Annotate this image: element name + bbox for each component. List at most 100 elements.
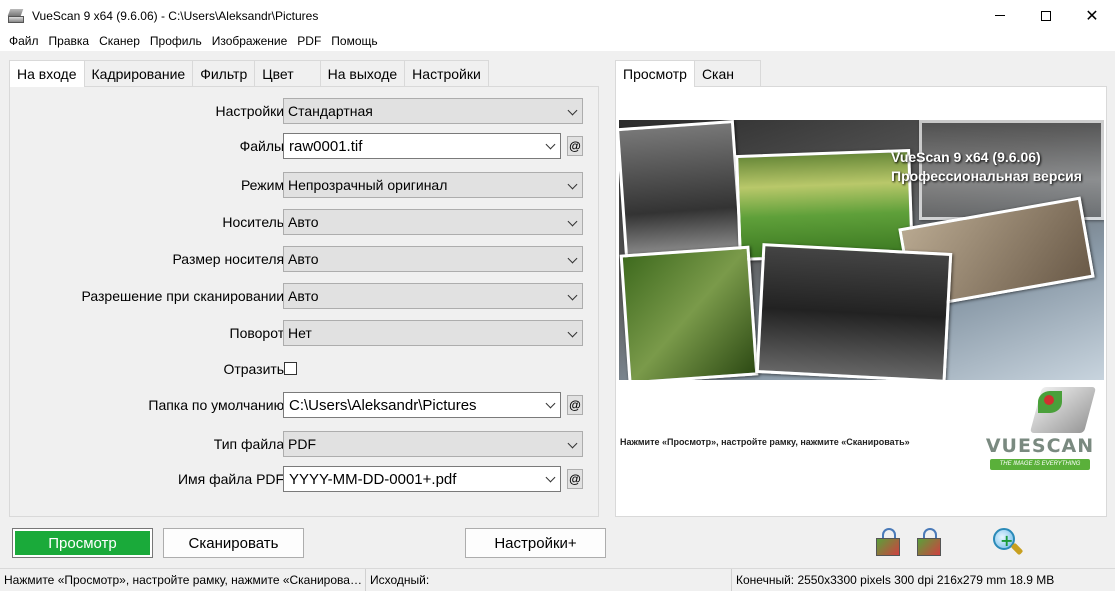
tab-scan[interactable]: Скан [693, 60, 761, 86]
chevron-down-icon [567, 327, 578, 338]
tab-color[interactable]: Цвет [254, 60, 321, 86]
preview-button[interactable]: Просмотр [12, 528, 153, 558]
tab-crop[interactable]: Кадрирование [83, 60, 194, 86]
tab-input[interactable]: На входе [9, 60, 85, 87]
maximize-button[interactable] [1023, 0, 1069, 31]
chevron-down-icon [567, 438, 578, 449]
mirror-label: Отразить: [223, 361, 288, 377]
tab-preview[interactable]: Просмотр [615, 60, 695, 87]
close-icon: ✕ [1085, 5, 1099, 25]
pdf-name-combo-input[interactable]: YYYY-MM-DD-0001+.pdf [283, 466, 561, 492]
left-tab-strip: На входе Кадрирование Фильтр Цвет На вых… [9, 60, 489, 87]
settings-select[interactable]: Стандартная [283, 98, 583, 124]
menu-bar: Файл Правка Сканер Профиль Изображение P… [0, 31, 1115, 51]
splash-photo-collage: VueScan 9 x64 (9.6.06) Профессиональная … [619, 120, 1104, 380]
close-button[interactable]: ✕ [1069, 0, 1115, 31]
chevron-down-icon [567, 216, 578, 227]
file-type-value: PDF [288, 436, 316, 452]
mirror-checkbox[interactable] [284, 362, 297, 375]
status-hint: Нажмите «Просмотр», настройте рамку, наж… [0, 569, 366, 591]
rotation-label: Поворот: [229, 325, 288, 341]
rotate-left-button[interactable] [872, 528, 902, 558]
preview-hint-text: Нажмите «Просмотр», настройте рамку, наж… [620, 437, 910, 447]
status-bar: Нажмите «Просмотр», настройте рамку, наж… [0, 568, 1115, 591]
settings-value: Стандартная [288, 103, 373, 119]
tab-prefs[interactable]: Настройки [404, 60, 489, 86]
logo-word: VUESCAN [985, 435, 1095, 457]
status-source: Исходный: [366, 569, 732, 591]
chevron-down-icon [567, 253, 578, 264]
flower-icon [1044, 395, 1054, 405]
media-value: Авто [288, 214, 319, 230]
mode-select[interactable]: Непрозрачный оригинал [283, 172, 583, 198]
rotation-select[interactable]: Нет [283, 320, 583, 346]
splash-version: VueScan 9 x64 (9.6.06) [891, 149, 1041, 165]
rotate-left-icon [882, 528, 896, 538]
preview-panel: VueScan 9 x64 (9.6.06) Профессиональная … [615, 86, 1107, 517]
files-label: Файлы: [239, 138, 288, 154]
preview-button-label: Просмотр [15, 531, 150, 555]
rotation-value: Нет [288, 325, 312, 341]
chevron-down-icon [545, 139, 556, 150]
collage-photo-two-boys [755, 243, 953, 380]
zoom-in-button[interactable]: + [993, 528, 1024, 558]
folder-at-button[interactable]: @ [567, 395, 583, 415]
mode-value: Непрозрачный оригинал [288, 177, 448, 193]
pdf-name-value: YYYY-MM-DD-0001+.pdf [289, 470, 457, 488]
chevron-down-icon [545, 472, 556, 483]
menu-image[interactable]: Изображение [207, 34, 293, 48]
menu-pdf[interactable]: PDF [292, 34, 326, 48]
resolution-label: Разрешение при сканировании: [81, 288, 289, 304]
mode-label: Режим: [240, 177, 288, 193]
logo-tagline: THE IMAGE IS EVERYTHING [990, 459, 1090, 470]
vuescan-logo: VUESCAN THE IMAGE IS EVERYTHING [984, 383, 1097, 479]
default-folder-value: C:\Users\Aleksandr\Pictures [289, 396, 477, 414]
file-type-select[interactable]: PDF [283, 431, 583, 457]
picture-icon [876, 538, 900, 556]
default-folder-label: Папка по умолчанию: [148, 397, 288, 413]
chevron-down-icon [567, 179, 578, 190]
pdf-at-button[interactable]: @ [567, 469, 583, 489]
chevron-down-icon [567, 105, 578, 116]
right-tab-strip: Просмотр Скан [615, 60, 761, 87]
pdf-name-label: Имя файла PDF: [177, 471, 288, 487]
tab-output[interactable]: На выходе [319, 60, 406, 86]
rotate-right-button[interactable] [913, 528, 943, 558]
media-size-select[interactable]: Авто [283, 246, 583, 272]
files-combo-input[interactable]: raw0001.tif [283, 133, 561, 159]
rotate-right-icon [923, 528, 937, 538]
vuescan-app-icon [7, 8, 24, 24]
splash-title: VueScan 9 x64 (9.6.06) Профессиональная … [891, 148, 1082, 186]
media-size-label: Размер носителя: [172, 251, 288, 267]
chevron-down-icon [545, 398, 556, 409]
media-select[interactable]: Авто [283, 209, 583, 235]
splash-edition: Профессиональная версия [891, 168, 1082, 184]
minimize-button[interactable] [977, 0, 1023, 31]
files-value: raw0001.tif [289, 137, 363, 155]
menu-file[interactable]: Файл [4, 34, 44, 48]
files-at-button[interactable]: @ [567, 136, 583, 156]
menu-profile[interactable]: Профиль [145, 34, 207, 48]
default-folder-combo-input[interactable]: C:\Users\Aleksandr\Pictures [283, 392, 561, 418]
resolution-select[interactable]: Авто [283, 283, 583, 309]
resolution-value: Авто [288, 288, 319, 304]
chevron-down-icon [567, 290, 578, 301]
menu-edit[interactable]: Правка [44, 34, 95, 48]
scan-button[interactable]: Сканировать [163, 528, 304, 558]
title-bar: VueScan 9 x64 (9.6.06) - C:\Users\Aleksa… [0, 0, 1115, 31]
media-label: Носитель: [222, 214, 288, 230]
settings-label: Настройки: [215, 103, 288, 119]
file-type-label: Тип файла: [213, 436, 288, 452]
input-settings-panel: Настройки: Стандартная Файлы: raw0001.ti… [9, 86, 599, 517]
media-size-value: Авто [288, 251, 319, 267]
minimize-icon [995, 15, 1005, 16]
tab-filter[interactable]: Фильтр [192, 60, 256, 86]
window-title: VueScan 9 x64 (9.6.06) - C:\Users\Aleksa… [32, 8, 319, 23]
maximize-icon [1041, 10, 1051, 21]
picture-icon [917, 538, 941, 556]
menu-scanner[interactable]: Сканер [94, 34, 145, 48]
menu-help[interactable]: Помощь [326, 34, 382, 48]
zoom-handle-icon [1010, 542, 1024, 556]
more-options-button[interactable]: Настройки+ [465, 528, 606, 558]
collage-photo-dog [619, 245, 759, 380]
